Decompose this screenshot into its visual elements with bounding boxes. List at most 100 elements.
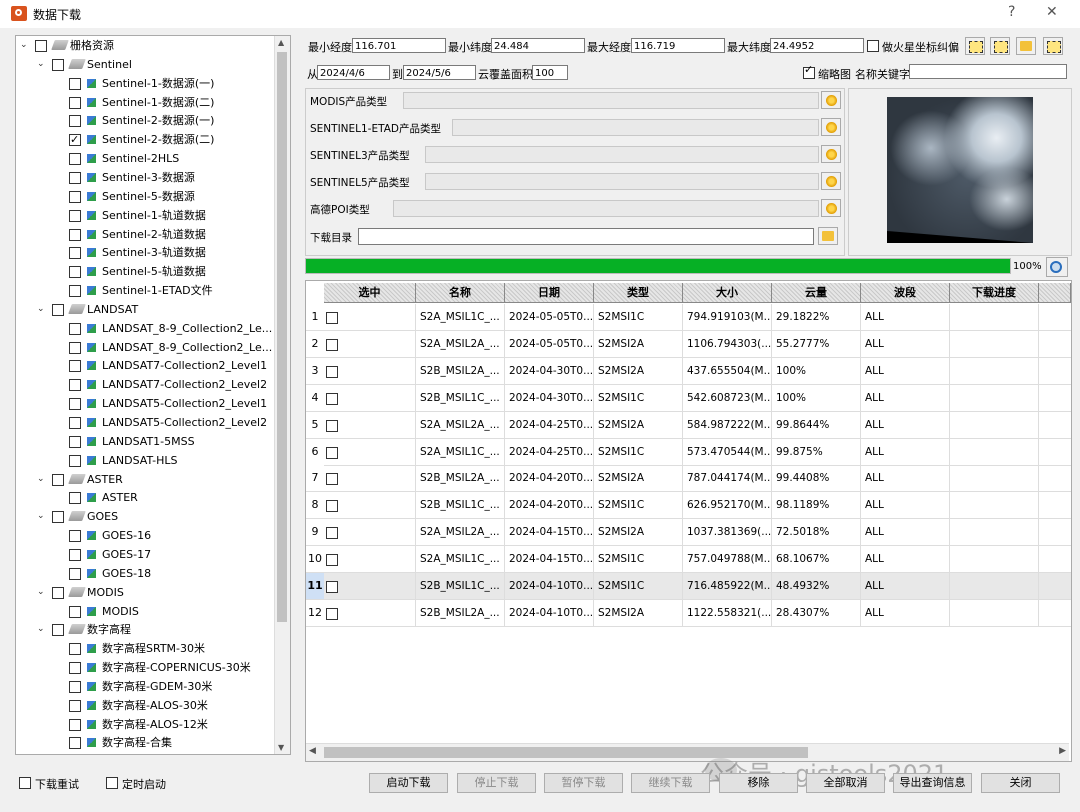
table-row[interactable]: 4 S2B_MSIL1C_... 2024-04-30T0... S2MSI1C 542… [306, 384, 1071, 412]
tree-checkbox[interactable] [69, 662, 81, 675]
table-h-scrollbar[interactable]: ◀ ▶ [306, 743, 1069, 761]
table-row[interactable]: 8 S2B_MSIL1C_... 2024-04-20T0... S2MSI1C 626… [306, 492, 1071, 520]
tree-checkbox[interactable] [69, 680, 81, 693]
tree-checkbox[interactable] [69, 567, 81, 580]
tree-checkbox[interactable] [69, 341, 81, 354]
select-cell[interactable] [324, 411, 416, 438]
select-cell[interactable] [324, 519, 416, 546]
select-cell[interactable] [324, 384, 416, 411]
row-number[interactable]: 6 [306, 438, 324, 465]
tree-checkbox[interactable] [69, 492, 81, 505]
remove-button[interactable]: 移除 [719, 773, 798, 793]
expand-arrow-icon[interactable]: ⌄ [37, 583, 47, 602]
table-row[interactable]: 3 S2B_MSIL2A_... 2024-04-30T0... S2MSI2A 437… [306, 357, 1071, 385]
tree-checkbox[interactable] [69, 285, 81, 298]
tree-checkbox[interactable] [69, 360, 81, 373]
max-lat-input[interactable]: 24.4952 [770, 38, 864, 53]
row-number[interactable]: 4 [306, 384, 324, 411]
table-row[interactable]: 11 S2B_MSIL1C_... 2024-04-10T0... S2MSI1C 71… [306, 573, 1071, 600]
column-header[interactable]: 日期 [505, 283, 594, 303]
expand-arrow-icon[interactable]: ⌄ [37, 507, 47, 526]
tree-checkbox[interactable] [69, 77, 81, 90]
tree-checkbox[interactable] [69, 115, 81, 128]
table-row[interactable]: 6 S2A_MSIL1C_... 2024-04-25T0... S2MSI1C 573… [306, 438, 1071, 466]
table-row[interactable]: 7 S2B_MSIL2A_... 2024-04-20T0... S2MSI2A 787… [306, 465, 1071, 493]
scroll-down-icon[interactable]: ▼ [278, 743, 284, 752]
help-button[interactable]: ? [1008, 4, 1015, 20]
stop-download-button[interactable]: 停止下载 [457, 773, 536, 793]
column-header[interactable]: 名称 [416, 283, 505, 303]
s5-product-field[interactable] [425, 173, 819, 190]
max-lon-input[interactable]: 116.719 [631, 38, 725, 53]
keyword-input[interactable] [909, 64, 1067, 79]
tree-checkbox[interactable] [52, 624, 64, 637]
start-download-button[interactable]: 启动下载 [369, 773, 448, 793]
tree-checkbox[interactable] [69, 605, 81, 618]
tree-checkbox[interactable] [35, 40, 47, 52]
tree-checkbox[interactable] [69, 379, 81, 392]
expand-arrow-icon[interactable]: ⌄ [37, 470, 47, 489]
select-cell[interactable] [324, 357, 416, 384]
table-row[interactable]: 1 S2A_MSIL1C_... 2024-05-05T0... S2MSI1C 794… [306, 304, 1071, 331]
tree-checkbox[interactable] [69, 130, 81, 149]
tree-checkbox[interactable] [69, 322, 81, 335]
tree-checkbox[interactable] [69, 96, 81, 109]
row-number[interactable]: 9 [306, 519, 324, 546]
min-lon-input[interactable]: 116.701 [352, 38, 446, 53]
tree-checkbox[interactable] [69, 171, 81, 184]
cancel-all-button[interactable]: 全部取消 [806, 773, 885, 793]
search-button[interactable] [1046, 257, 1068, 277]
s3-product-field[interactable] [425, 146, 819, 163]
row-number[interactable]: 8 [306, 492, 324, 519]
etad-product-field[interactable] [452, 119, 819, 136]
tree-checkbox[interactable] [69, 737, 81, 750]
close-button[interactable]: 关闭 [981, 773, 1060, 793]
tree-checkbox[interactable] [52, 58, 64, 71]
select-cell[interactable] [324, 465, 416, 492]
timer-checkbox[interactable] [106, 777, 118, 789]
tree-checkbox[interactable] [69, 417, 81, 429]
etad-product-button[interactable] [821, 118, 841, 136]
clear-area-button[interactable] [1043, 37, 1063, 55]
table-row[interactable]: 9 S2A_MSIL2A_... 2024-04-15T0... S2MSI2A 103… [306, 519, 1071, 547]
timer-option[interactable]: 定时启动 [106, 776, 166, 792]
tree-checkbox[interactable] [69, 530, 81, 543]
tree-checkbox[interactable] [52, 511, 64, 524]
column-header[interactable] [1039, 283, 1071, 303]
tree-checkbox[interactable] [52, 303, 64, 316]
download-dir-input[interactable] [358, 228, 814, 245]
column-header[interactable]: 类型 [594, 283, 683, 303]
row-number[interactable]: 1 [306, 304, 324, 330]
select-cell[interactable] [324, 546, 416, 573]
scroll-right-icon[interactable]: ▶ [1059, 746, 1066, 756]
close-window-button[interactable]: ✕ [1046, 4, 1058, 20]
tree-checkbox[interactable] [69, 209, 81, 222]
poi-product-field[interactable] [393, 200, 819, 217]
modis-product-field[interactable] [403, 92, 819, 109]
row-number[interactable]: 10 [306, 546, 324, 573]
tree-checkbox[interactable] [69, 699, 81, 712]
poi-product-button[interactable] [821, 199, 841, 217]
scroll-left-icon[interactable]: ◀ [309, 746, 316, 756]
select-cell[interactable] [324, 573, 416, 599]
retry-option[interactable]: 下载重试 [19, 776, 79, 792]
resource-tree[interactable]: ⌄ 栅格资源 ⌄ Sentinel Sentinel-1-数据源(一) Sentinel-… [15, 35, 291, 755]
tree-checkbox[interactable] [69, 153, 81, 166]
row-number[interactable]: 7 [306, 465, 324, 492]
row-number[interactable]: 2 [306, 330, 324, 357]
row-number[interactable]: 3 [306, 357, 324, 384]
tree-checkbox[interactable] [69, 643, 81, 656]
tree-checkbox[interactable] [69, 398, 81, 411]
s3-product-button[interactable] [821, 145, 841, 163]
export-query-button[interactable]: 导出查询信息 [893, 773, 972, 793]
column-header[interactable]: 大小 [683, 283, 772, 303]
select-cell[interactable] [324, 599, 416, 626]
min-lat-input[interactable]: 24.484 [491, 38, 585, 53]
expand-arrow-icon[interactable]: ⌄ [37, 300, 47, 319]
select-area-button[interactable] [965, 37, 985, 55]
row-number[interactable]: 11 [306, 573, 324, 599]
select-cell[interactable] [324, 492, 416, 519]
tree-checkbox[interactable] [52, 586, 64, 599]
select-cell[interactable] [324, 304, 416, 330]
pause-download-button[interactable]: 暂停下载 [544, 773, 623, 793]
